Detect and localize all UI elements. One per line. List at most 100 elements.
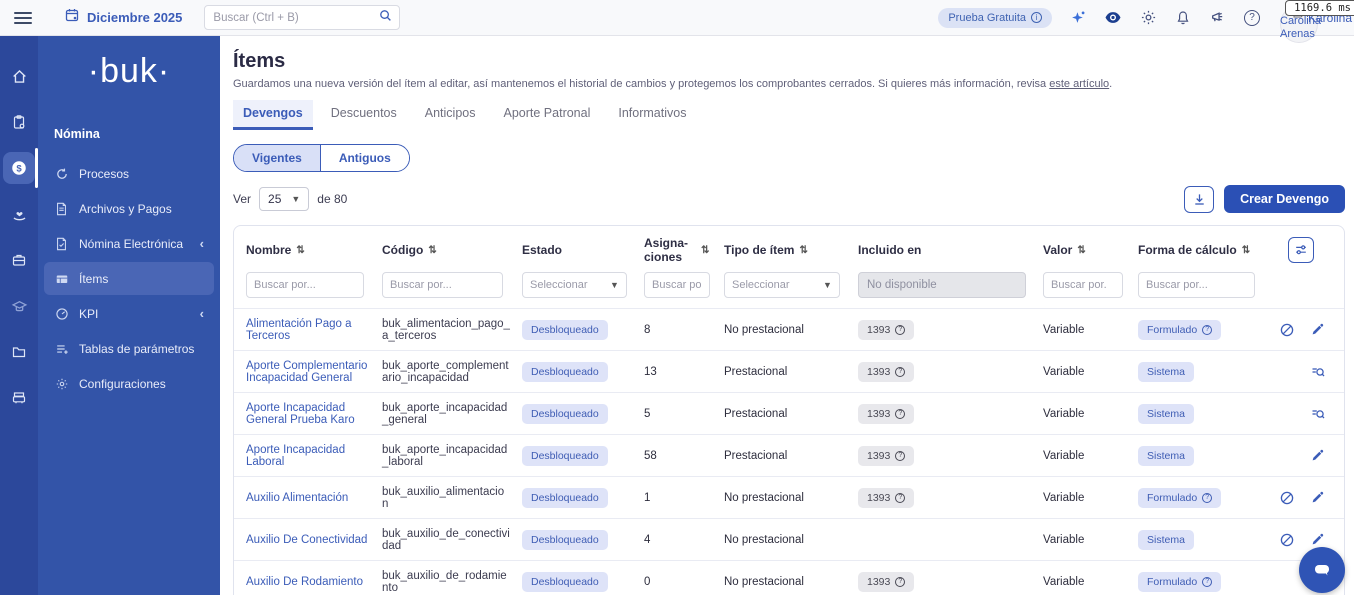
tab-anticipos[interactable]: Anticipos bbox=[415, 100, 486, 130]
assignments-count: 5 bbox=[644, 407, 651, 420]
sort-icon[interactable]: ⇅ bbox=[1242, 245, 1250, 256]
filter-tipo-select[interactable]: Seleccionar ▼ bbox=[724, 272, 840, 298]
item-name-link[interactable]: Auxilio De Conectividad bbox=[246, 534, 367, 546]
global-search[interactable] bbox=[204, 5, 401, 30]
toggle-vigentes[interactable]: Vigentes bbox=[234, 145, 320, 171]
column-settings-button[interactable] bbox=[1288, 237, 1314, 263]
sidebar-item-n-mina-electr-nica[interactable]: Nómina Electrónica ‹ bbox=[44, 227, 214, 260]
table-filter-row: Seleccionar▼ Seleccionar▼ No disponible bbox=[234, 266, 1344, 308]
help-circle-icon[interactable]: ? bbox=[895, 366, 906, 377]
info-icon: i bbox=[1031, 12, 1042, 23]
eye-icon[interactable] bbox=[1104, 9, 1122, 27]
help-circle-icon[interactable]: ? bbox=[1202, 324, 1213, 335]
tab-devengos[interactable]: Devengos bbox=[233, 100, 313, 130]
help-icon[interactable]: ? bbox=[1244, 9, 1260, 26]
bell-icon[interactable] bbox=[1174, 9, 1192, 27]
chat-fab-button[interactable] bbox=[1299, 547, 1345, 593]
sparkle-icon[interactable] bbox=[1069, 9, 1087, 27]
benefits-hand-heart-icon[interactable] bbox=[3, 198, 35, 230]
toggle-antiguos[interactable]: Antiguos bbox=[319, 145, 409, 171]
item-name-link[interactable]: Alimentación Pago a Terceros bbox=[246, 318, 351, 342]
chevron-left-icon[interactable]: ‹ bbox=[200, 236, 204, 251]
article-link[interactable]: este artículo bbox=[1049, 78, 1109, 90]
current-period: Diciembre 2025 bbox=[87, 10, 183, 25]
sidebar-item-label: Procesos bbox=[79, 166, 130, 181]
sidebar-item-tablas-de-par-metros[interactable]: Tablas de parámetros bbox=[44, 332, 214, 365]
chevron-down-icon: ▼ bbox=[822, 280, 832, 290]
clipboard-icon[interactable] bbox=[3, 106, 35, 138]
filter-estado-select[interactable]: Seleccionar ▼ bbox=[522, 272, 627, 298]
edit-icon[interactable] bbox=[1309, 489, 1326, 506]
item-name-link[interactable]: Auxilio Alimentación bbox=[246, 492, 348, 504]
help-circle-icon[interactable]: ? bbox=[895, 408, 906, 419]
chevron-down-icon: ▼ bbox=[609, 280, 619, 290]
status-badge: Desbloqueado bbox=[522, 403, 608, 424]
sliders-icon bbox=[1296, 245, 1306, 255]
calculation-badge: Formulado? bbox=[1138, 319, 1222, 340]
sidebar-item-configuraciones[interactable]: Configuraciones bbox=[44, 367, 214, 400]
download-button[interactable] bbox=[1184, 185, 1215, 213]
payroll-dollar-icon[interactable]: $ bbox=[3, 148, 38, 188]
total-label: de 80 bbox=[317, 192, 348, 206]
calculation-badge: Sistema bbox=[1138, 361, 1194, 382]
briefcase-icon[interactable] bbox=[3, 244, 35, 276]
search-icon[interactable] bbox=[378, 8, 393, 28]
graduation-cap-icon[interactable] bbox=[3, 290, 35, 322]
assignments-count: 8 bbox=[644, 323, 651, 336]
help-circle-icon[interactable]: ? bbox=[1202, 492, 1213, 503]
item-name-link[interactable]: Auxilio De Rodamiento bbox=[246, 576, 363, 588]
items-table: Nombre ⇅ Código ⇅ Estado Asigna-ciones ⇅ Ti… bbox=[233, 225, 1345, 595]
item-name-link[interactable]: Aporte Incapacidad General Prueba Karo bbox=[246, 402, 355, 426]
item-name-link[interactable]: Aporte Complementario Incapacidad Genera… bbox=[246, 360, 367, 384]
home-icon[interactable] bbox=[3, 60, 35, 92]
search-input[interactable] bbox=[213, 11, 379, 24]
filter-codigo-input[interactable] bbox=[382, 272, 504, 298]
preview-icon[interactable] bbox=[1309, 405, 1326, 422]
page-description: Guardamos una nueva versión del ítem al … bbox=[233, 78, 1113, 90]
help-circle-icon[interactable]: ? bbox=[895, 492, 906, 503]
filter-nombre-input[interactable] bbox=[246, 272, 364, 298]
sidebar-item--tems[interactable]: Ítems bbox=[44, 262, 214, 295]
sidebar-item-archivos-y-pagos[interactable]: Archivos y Pagos bbox=[44, 192, 214, 225]
item-name-link[interactable]: Aporte Incapacidad Laboral bbox=[246, 444, 345, 468]
edit-icon[interactable] bbox=[1309, 321, 1326, 338]
sidebar-item-kpi[interactable]: KPI ‹ bbox=[44, 297, 214, 330]
edit-icon[interactable] bbox=[1309, 531, 1326, 548]
preview-icon[interactable] bbox=[1309, 363, 1326, 380]
ban-icon[interactable] bbox=[1278, 321, 1295, 338]
tab-aporte-patronal[interactable]: Aporte Patronal bbox=[494, 100, 601, 130]
item-type: Prestacional bbox=[724, 365, 788, 378]
period-selector[interactable]: Diciembre 2025 bbox=[64, 7, 182, 28]
tab-descuentos[interactable]: Descuentos bbox=[321, 100, 407, 130]
filter-asignaciones-input[interactable] bbox=[644, 272, 711, 298]
item-type: Prestacional bbox=[724, 407, 788, 420]
sort-icon[interactable]: ⇅ bbox=[799, 245, 807, 256]
chevron-left-icon[interactable]: ‹ bbox=[200, 306, 204, 321]
edit-icon[interactable] bbox=[1309, 447, 1326, 464]
megaphone-icon[interactable] bbox=[1209, 9, 1227, 27]
sort-icon[interactable]: ⇅ bbox=[428, 245, 436, 256]
create-devengo-button[interactable]: Crear Devengo bbox=[1224, 185, 1345, 213]
gear-icon bbox=[54, 376, 69, 391]
ban-icon[interactable] bbox=[1278, 531, 1295, 548]
hamburger-menu-icon[interactable] bbox=[14, 11, 32, 24]
filter-forma-input[interactable] bbox=[1138, 272, 1255, 298]
ban-icon[interactable] bbox=[1278, 489, 1295, 506]
help-circle-icon[interactable]: ? bbox=[895, 450, 906, 461]
sort-icon[interactable]: ⇅ bbox=[296, 245, 304, 256]
gear-icon[interactable] bbox=[1139, 9, 1157, 27]
help-circle-icon[interactable]: ? bbox=[895, 576, 906, 587]
folder-icon[interactable] bbox=[3, 336, 35, 368]
filter-valor-input[interactable] bbox=[1043, 272, 1124, 298]
page-size-select[interactable]: 25 ▼ bbox=[259, 187, 310, 211]
sort-icon[interactable]: ⇅ bbox=[1077, 245, 1085, 256]
help-circle-icon[interactable]: ? bbox=[895, 324, 906, 335]
topbar: Diciembre 2025 Prueba Gratuitai ? Caroli… bbox=[0, 0, 1354, 43]
kiosk-icon[interactable] bbox=[3, 382, 35, 414]
tab-informativos[interactable]: Informativos bbox=[608, 100, 696, 130]
help-circle-icon[interactable]: ? bbox=[1202, 576, 1213, 587]
item-code: buk_aporte_incapacidad_general bbox=[382, 401, 508, 426]
sidebar-item-procesos[interactable]: Procesos bbox=[44, 157, 214, 190]
sort-icon[interactable]: ⇅ bbox=[701, 245, 709, 256]
trial-badge[interactable]: Prueba Gratuita i bbox=[938, 7, 1052, 28]
